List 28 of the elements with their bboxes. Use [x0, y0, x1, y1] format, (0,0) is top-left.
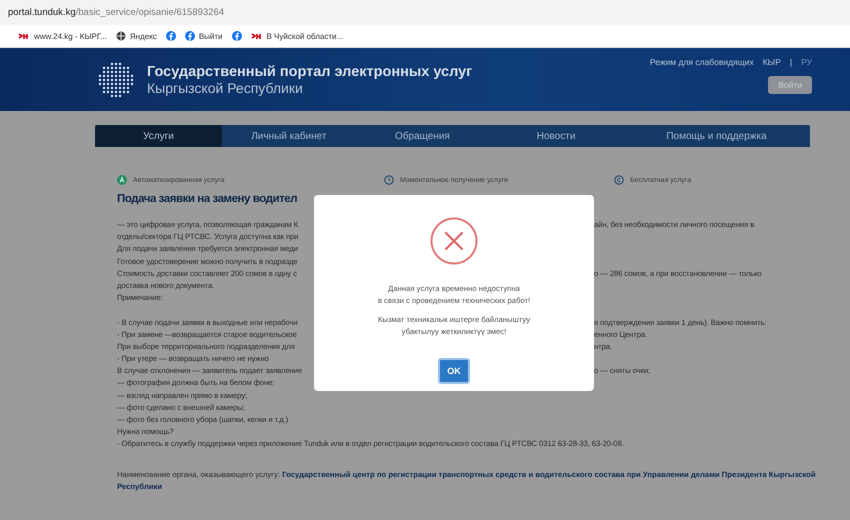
bookmark-link[interactable]: В Чуйской области...	[266, 32, 344, 40]
facebook-icon	[166, 31, 176, 41]
ok-button[interactable]: OK	[438, 358, 470, 384]
globe-icon	[116, 31, 126, 41]
nav-tab[interactable]: Личный кабинет	[222, 125, 356, 147]
copyright-icon	[614, 175, 624, 185]
logo-icon	[250, 32, 262, 40]
nav-tab[interactable]: Услуги	[95, 125, 222, 147]
service-heading: Подача заявки на замену водител	[117, 193, 298, 205]
portal-subtitle: Кыргызской Республики	[147, 80, 304, 96]
clock-icon	[384, 175, 394, 185]
bookmark-link[interactable]: Выйти	[198, 32, 222, 40]
automation-icon	[117, 175, 127, 185]
facebook-icon	[232, 31, 242, 41]
portal-title: Государственный портал электронных услуг	[147, 64, 472, 80]
language-link[interactable]: РУ	[801, 57, 812, 67]
bookmark-link[interactable]: Яндекс	[130, 32, 157, 40]
nav-tab[interactable]: Обращения	[356, 125, 490, 147]
facebook-icon	[184, 31, 195, 41]
accessibility-link[interactable]: Режим для слабовидящих	[650, 57, 754, 67]
bookmark-link[interactable]: www.24.kg - КЫРГ...	[34, 32, 107, 40]
url-field[interactable]: portal.tunduk.kg/basic_service/opisanie/615893264	[8, 7, 224, 18]
nav-tab[interactable]: Помощь и поддержка	[622, 125, 810, 147]
divider-text: |	[790, 57, 792, 67]
nav-tab[interactable]: Новости	[489, 125, 623, 147]
language-link[interactable]: КЫР	[762, 57, 781, 67]
logo-icon	[18, 32, 30, 40]
error-icon	[430, 217, 478, 265]
